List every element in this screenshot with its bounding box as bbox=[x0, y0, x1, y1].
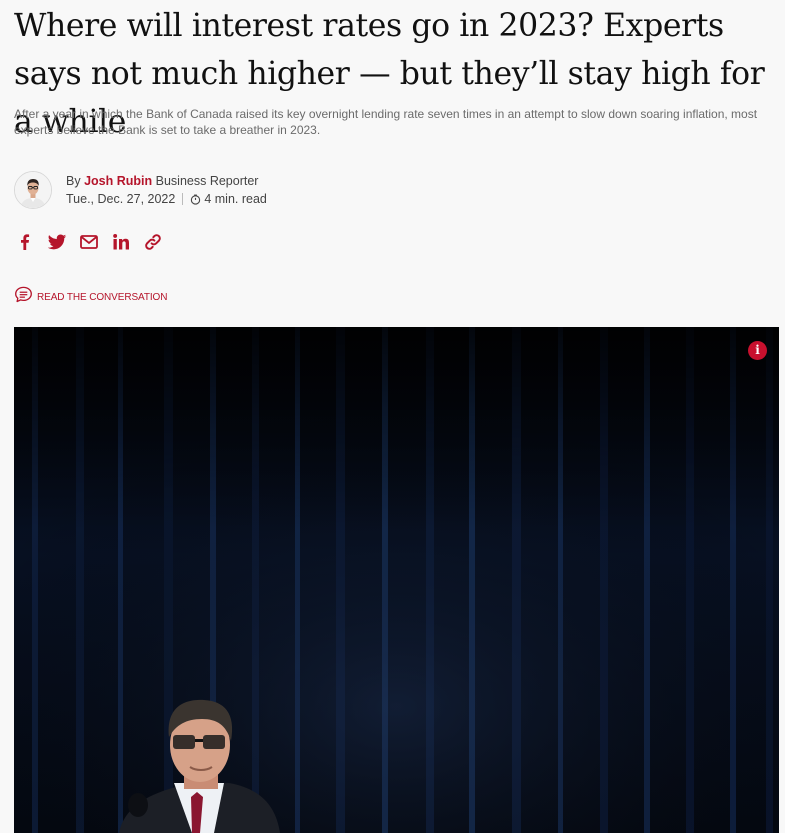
read-conversation-link[interactable]: READ THE CONVERSATION bbox=[14, 285, 167, 309]
byline-text: By Josh Rubin Business Reporter Tue., De… bbox=[66, 172, 267, 208]
byline-prefix: By bbox=[66, 174, 81, 188]
hero-image[interactable]: i bbox=[14, 327, 779, 833]
info-icon[interactable]: i bbox=[748, 341, 767, 360]
author-avatar[interactable] bbox=[14, 171, 52, 209]
twitter-icon[interactable] bbox=[46, 231, 68, 253]
meta-divider bbox=[182, 193, 184, 205]
facebook-icon[interactable] bbox=[14, 231, 36, 253]
share-bar bbox=[14, 231, 174, 253]
comment-icon bbox=[14, 285, 33, 309]
linkedin-icon[interactable] bbox=[110, 231, 132, 253]
read-conversation-label: READ THE CONVERSATION bbox=[37, 291, 168, 303]
email-icon[interactable] bbox=[78, 231, 100, 253]
clock-icon bbox=[190, 194, 201, 205]
link-icon[interactable] bbox=[142, 231, 164, 253]
byline: By Josh Rubin Business Reporter Tue., De… bbox=[14, 170, 267, 210]
article-deck: After a year in which the Bank of Canada… bbox=[14, 107, 758, 137]
author-role: Business Reporter bbox=[155, 174, 259, 188]
publish-date: Tue., Dec. 27, 2022 bbox=[66, 192, 176, 206]
author-name-link[interactable]: Josh Rubin bbox=[84, 174, 152, 188]
read-time: 4 min. read bbox=[204, 192, 267, 206]
